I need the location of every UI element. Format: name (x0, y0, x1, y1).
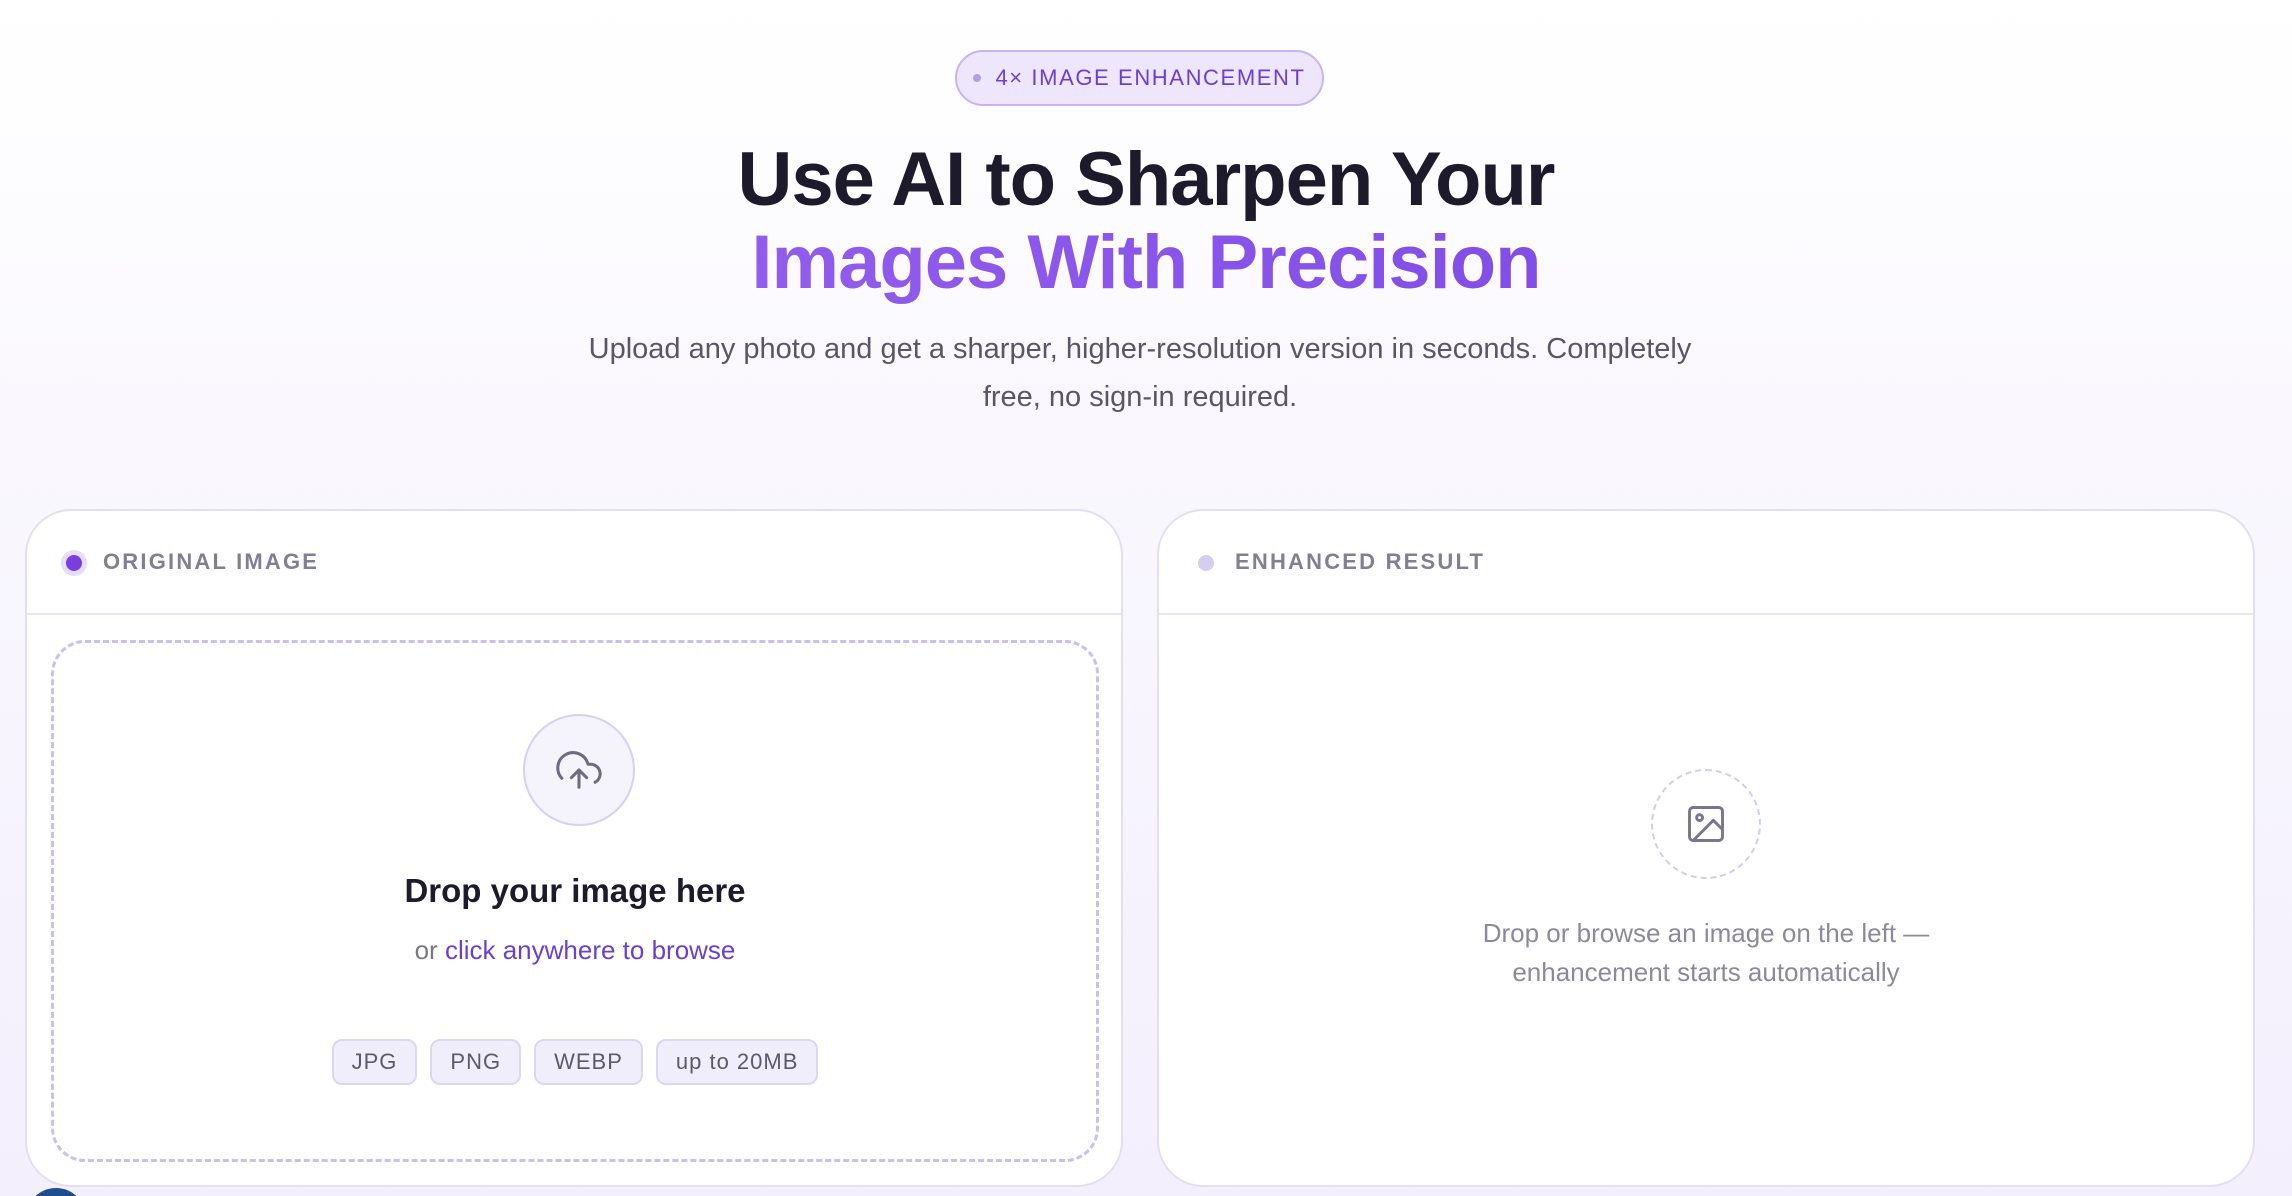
enhancement-badge: 4× IMAGE ENHANCEMENT (955, 50, 1324, 106)
result-panel-title: ENHANCED RESULT (1235, 549, 1486, 574)
drop-prefix: or (414, 935, 438, 965)
format-chip-png: PNG (430, 1039, 522, 1085)
enhanced-result-panel: ENHANCED RESULT Drop or browse an image … (1157, 509, 2255, 1187)
format-chips: JPG PNG WEBP up to 20MB (54, 1039, 1096, 1085)
browse-link[interactable]: click anywhere to browse (445, 935, 735, 965)
hero-subtitle: Upload any photo and get a sharper, high… (588, 333, 1692, 413)
drop-subtext: or click anywhere to browse (54, 935, 1096, 966)
badge-dot (973, 74, 982, 82)
result-placeholder-circle (1651, 769, 1761, 879)
upload-icon-circle (523, 714, 635, 826)
headline-line-2: Images With Precision (0, 221, 2292, 305)
cloud-upload-icon (556, 751, 602, 789)
original-image-panel: ORIGINAL IMAGE Drop your image here or c… (25, 509, 1123, 1187)
result-status-dot (1198, 555, 1214, 571)
drop-title: Drop your image here (404, 872, 746, 909)
result-panel-header: ENHANCED RESULT (1159, 511, 2253, 615)
badge-text: 4× IMAGE ENHANCEMENT (995, 65, 1306, 90)
image-dropzone[interactable]: Drop your image here or click anywhere t… (51, 640, 1099, 1162)
result-placeholder-message: Drop or browse an image on the left — en… (1482, 918, 1930, 987)
image-icon (1688, 806, 1724, 842)
original-status-dot (66, 555, 82, 571)
original-panel-header: ORIGINAL IMAGE (27, 511, 1121, 615)
format-chip-jpg: JPG (331, 1039, 418, 1085)
floating-widget-button[interactable] (26, 1188, 86, 1196)
format-chip-webp: WEBP (534, 1039, 643, 1085)
size-limit-chip: up to 20MB (655, 1039, 819, 1085)
original-panel-title: ORIGINAL IMAGE (103, 549, 320, 574)
headline-line-1: Use AI to Sharpen Your (737, 137, 1556, 222)
